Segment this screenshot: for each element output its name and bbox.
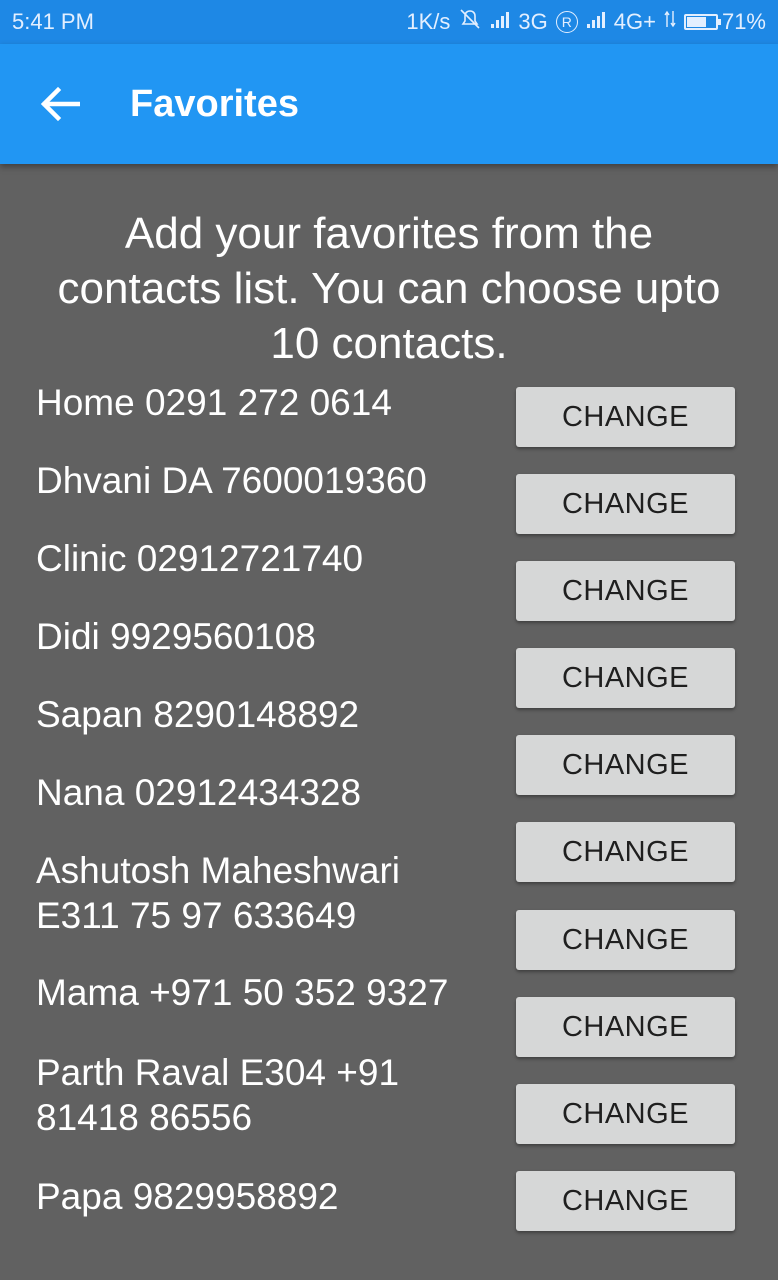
favorite-contact-label: Sapan 8290148892	[36, 694, 360, 735]
change-button[interactable]: CHANGE	[516, 910, 735, 970]
arrow-back-icon	[40, 86, 80, 122]
page-title: Favorites	[130, 82, 299, 125]
battery-icon	[683, 14, 721, 30]
favorite-contact-label: Home 0291 272 0614	[36, 382, 392, 423]
favorite-contact-label: Mama +971 50 352 9327	[36, 972, 449, 1013]
change-button[interactable]: CHANGE	[516, 1084, 735, 1144]
change-button[interactable]: CHANGE	[516, 474, 735, 534]
battery-percent: 71%	[721, 9, 766, 34]
sim2-network-label: 4G+	[613, 9, 656, 34]
net-speed: 1K/s	[406, 9, 451, 34]
change-button[interactable]: CHANGE	[516, 822, 735, 882]
back-button[interactable]	[30, 74, 90, 134]
data-arrows-icon	[664, 9, 676, 35]
signal-icon-2	[586, 9, 606, 35]
intro-text: Add your favorites from the contacts lis…	[57, 209, 721, 368]
favorite-contact-label: Papa 9829958892	[36, 1176, 339, 1217]
change-button[interactable]: CHANGE	[516, 648, 735, 708]
favorite-contact-label: Nana 02912434328	[36, 772, 362, 813]
favorite-contact-label: Clinic 02912721740	[36, 538, 364, 579]
favorite-contact-label: Parth Raval E304 +91 81418 86556	[36, 1052, 400, 1138]
change-button[interactable]: CHANGE	[516, 735, 735, 795]
favorite-contact-label: Dhvani DA 7600019360	[36, 460, 427, 501]
change-button[interactable]: CHANGE	[516, 561, 735, 621]
status-icons: 1K/s 3G R 4G+ 71%	[406, 8, 766, 36]
battery-indicator: 71%	[683, 9, 766, 35]
status-time: 5:41 PM	[12, 9, 94, 34]
status-bar: 5:41 PM 1K/s 3G R 4G+ 71%	[0, 0, 778, 44]
signal-icon	[490, 9, 510, 35]
favorite-contact-label: Ashutosh Maheshwari E311 75 97 633649	[36, 850, 401, 936]
sim1-network-label: 3G	[518, 9, 548, 34]
change-button[interactable]: CHANGE	[516, 997, 735, 1057]
mute-bell-icon	[458, 8, 482, 36]
favorite-contact-label: Didi 9929560108	[36, 616, 316, 657]
roaming-icon: R	[555, 11, 578, 33]
change-button[interactable]: CHANGE	[516, 387, 735, 447]
app-bar: Favorites	[0, 44, 778, 164]
change-button[interactable]: CHANGE	[516, 1171, 735, 1231]
